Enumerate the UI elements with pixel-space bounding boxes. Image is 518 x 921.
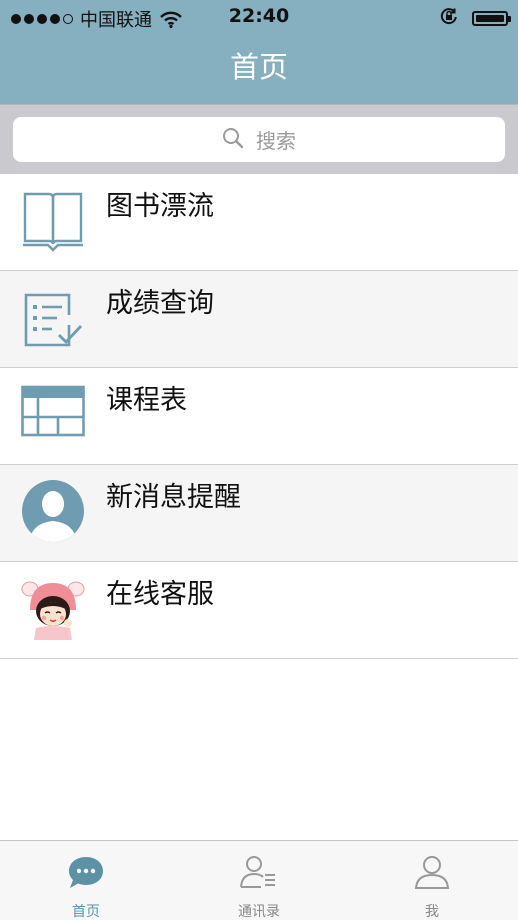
list-item-new-message[interactable]: 新消息提醒 xyxy=(0,465,518,562)
list-item-label: 在线客服 xyxy=(106,579,214,610)
rotation-lock-icon xyxy=(440,7,458,29)
contacts-icon xyxy=(239,853,279,893)
list-item-label: 课程表 xyxy=(106,385,187,416)
list-item-grade-query[interactable]: 成绩查询 xyxy=(0,271,518,368)
battery-cap xyxy=(508,15,511,22)
menu-list: 图书漂流 成绩查询 课程表 新消息提醒 在线客服 xyxy=(0,174,518,659)
list-item-book-drift[interactable]: 图书漂流 xyxy=(0,174,518,271)
tab-bar: 首页 通讯录 我 xyxy=(0,840,518,920)
tab-label: 我 xyxy=(425,904,439,920)
page-title: 首页 xyxy=(229,50,288,84)
cartoon-girl-icon xyxy=(21,576,85,640)
status-right xyxy=(440,7,511,29)
app-header: 中国联通 22:40 首页 xyxy=(0,0,518,104)
table-icon xyxy=(21,382,85,446)
avatar-icon xyxy=(21,479,85,543)
search-placeholder: 搜索 xyxy=(256,129,296,153)
list-item-label: 新消息提醒 xyxy=(106,482,241,513)
tab-label: 通讯录 xyxy=(238,904,280,920)
chat-bubble-icon xyxy=(66,853,106,893)
tab-home[interactable]: 首页 xyxy=(0,841,172,921)
list-item-course-schedule[interactable]: 课程表 xyxy=(0,368,518,465)
checklist-icon xyxy=(21,285,85,349)
search-bar: 搜索 xyxy=(0,104,518,174)
battery-icon xyxy=(472,10,511,26)
tab-me[interactable]: 我 xyxy=(346,841,518,921)
book-icon xyxy=(21,188,85,252)
search-input[interactable]: 搜索 xyxy=(13,117,505,162)
list-item-online-service[interactable]: 在线客服 xyxy=(0,562,518,659)
battery-fill xyxy=(476,14,504,22)
tab-contacts[interactable]: 通讯录 xyxy=(173,841,345,921)
list-item-label: 图书漂流 xyxy=(106,191,214,222)
search-icon xyxy=(222,127,244,153)
status-bar: 中国联通 22:40 xyxy=(0,0,518,34)
tab-label: 首页 xyxy=(72,904,100,920)
person-icon xyxy=(412,853,452,893)
list-item-label: 成绩查询 xyxy=(106,288,214,319)
